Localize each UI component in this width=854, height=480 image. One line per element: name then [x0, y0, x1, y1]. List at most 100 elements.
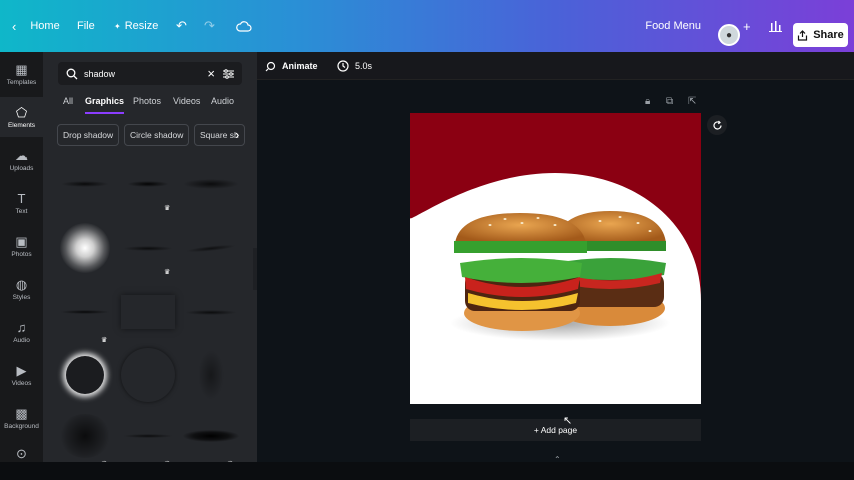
tab-graphics[interactable]: Graphics	[85, 96, 125, 114]
share-button[interactable]: Share	[793, 23, 848, 47]
graphic-result[interactable]	[183, 220, 239, 276]
background-icon: ▩	[15, 405, 28, 421]
rail-text[interactable]: T Text	[0, 183, 43, 223]
graphic-result[interactable]	[57, 156, 113, 212]
rail-uploads[interactable]: ☁ Uploads	[0, 140, 43, 180]
page-artwork	[410, 113, 701, 341]
duration-button[interactable]: 5.0s	[337, 52, 372, 80]
file-menu[interactable]: File	[77, 0, 95, 52]
graphic-result[interactable]: ♛	[120, 220, 176, 276]
graphic-result[interactable]: ♛	[183, 408, 239, 468]
design-title[interactable]: Food Menu	[645, 0, 701, 52]
rail-templates[interactable]: ▦ Templates	[0, 54, 43, 94]
rail-elements[interactable]: ⬠ Elements	[0, 97, 43, 137]
rail-audio[interactable]: ♫ Audio	[0, 312, 43, 352]
filter-icon[interactable]	[223, 68, 234, 79]
tab-all[interactable]: All	[63, 96, 73, 106]
graphic-result[interactable]	[120, 284, 176, 340]
category-tabs: All Graphics Photos Videos Audio	[43, 96, 257, 116]
premium-crown-icon: ♛	[164, 205, 171, 212]
home-button[interactable]: ‹ Home	[12, 0, 60, 52]
lock-icon[interactable]: 🔒︎	[645, 96, 650, 107]
rail-styles[interactable]: ◍ Styles	[0, 269, 43, 309]
left-rail: ▦ Templates ⬠ Elements ☁ Uploads T Text …	[0, 52, 43, 480]
resize-label: Resize	[124, 20, 159, 32]
music-icon: ♫	[16, 319, 27, 335]
share-label: Share	[813, 29, 844, 41]
elements-icon: ⬠	[15, 104, 28, 120]
graphic-result[interactable]	[183, 347, 239, 403]
photos-icon: ▣	[15, 233, 28, 249]
tab-videos[interactable]: Videos	[173, 96, 200, 106]
suggestion-chips: Drop shadow Circle shadow Square sh	[57, 124, 247, 146]
palette-icon: ◍	[15, 276, 28, 292]
plus-icon: +	[743, 18, 751, 34]
tab-photos[interactable]: Photos	[133, 96, 161, 106]
save-status-button[interactable]	[236, 0, 252, 52]
editor-toolbar: Animate 5.0s	[257, 52, 854, 80]
graphic-result[interactable]: ♛	[57, 284, 113, 344]
rail-background[interactable]: ▩ Background	[0, 398, 43, 438]
add-page-button[interactable]: + Add page	[410, 419, 701, 441]
search-box[interactable]: shadow ×	[58, 62, 242, 85]
rail-audio-label: Audio	[13, 336, 30, 344]
rail-photos-label: Photos	[11, 250, 32, 258]
animate-icon	[265, 61, 276, 71]
graphic-result[interactable]: ♛	[120, 408, 176, 468]
rail-templates-label: Templates	[6, 78, 37, 86]
share-icon	[798, 29, 808, 41]
elements-panel: shadow × All Graphics Photos Videos Audi…	[43, 52, 257, 468]
rail-elements-label: Elements	[7, 121, 36, 129]
rail-styles-label: Styles	[12, 293, 31, 301]
graphic-result[interactable]	[120, 347, 176, 403]
refresh-icon	[712, 120, 722, 129]
animate-label: Animate	[282, 61, 318, 71]
chip-circle-shadow[interactable]: Circle shadow	[124, 124, 190, 146]
add-collaborator-button[interactable]: +	[743, 0, 751, 52]
rail-videos[interactable]: ▶ Videos	[0, 355, 43, 395]
close-icon[interactable]: ×	[207, 66, 215, 81]
file-label: File	[77, 20, 95, 32]
mouse-cursor: ↖	[563, 415, 573, 427]
search-icon	[66, 68, 78, 79]
avatar[interactable]: ●	[718, 24, 740, 46]
graphic-result[interactable]	[57, 220, 113, 276]
graphic-result[interactable]	[183, 156, 239, 212]
bottom-bar	[0, 462, 854, 480]
text-icon: T	[17, 190, 26, 206]
video-icon: ▶	[16, 362, 27, 378]
premium-crown-icon: ♛	[164, 269, 171, 276]
chevron-left-icon: ‹	[12, 18, 17, 34]
chevron-up-icon[interactable]: ⌃	[554, 455, 561, 464]
sparkle-icon: ✦	[114, 21, 121, 31]
redo-icon: ↷	[204, 18, 215, 33]
home-label: Home	[30, 20, 60, 32]
graphic-result[interactable]: ♛	[57, 408, 113, 468]
templates-icon: ▦	[15, 61, 28, 77]
refresh-button[interactable]	[707, 115, 727, 135]
rail-background-label: Background	[4, 422, 39, 430]
duplicate-page-icon[interactable]: ⧉	[666, 96, 673, 107]
undo-button[interactable]: ↶	[176, 0, 187, 52]
tab-audio[interactable]: Audio	[211, 96, 234, 106]
search-input[interactable]: shadow	[84, 69, 207, 79]
clock-icon	[337, 60, 349, 72]
add-page-icon[interactable]: ⇱	[688, 96, 696, 107]
cloud-check-icon	[236, 21, 252, 32]
design-page[interactable]	[410, 113, 701, 404]
rail-videos-label: Videos	[11, 379, 32, 387]
rail-photos[interactable]: ▣ Photos	[0, 226, 43, 266]
chip-drop-shadow[interactable]: Drop shadow	[57, 124, 120, 146]
graphic-result[interactable]	[183, 284, 239, 340]
resize-button[interactable]: ✦ Resize	[114, 0, 158, 52]
chevron-right-icon[interactable]: ›	[235, 127, 239, 142]
top-bar: ‹ Home File ✦ Resize ↶ ↷ Food Menu ● + S…	[0, 0, 854, 52]
graphic-result[interactable]	[57, 347, 113, 403]
animate-button[interactable]: Animate	[265, 52, 318, 80]
graphic-result[interactable]: ♛	[120, 156, 176, 212]
insights-button[interactable]	[769, 0, 782, 52]
upload-icon: ☁	[15, 147, 28, 163]
rail-uploads-label: Uploads	[9, 164, 34, 172]
redo-button[interactable]: ↷	[204, 0, 215, 52]
double-burger-image	[450, 211, 670, 341]
